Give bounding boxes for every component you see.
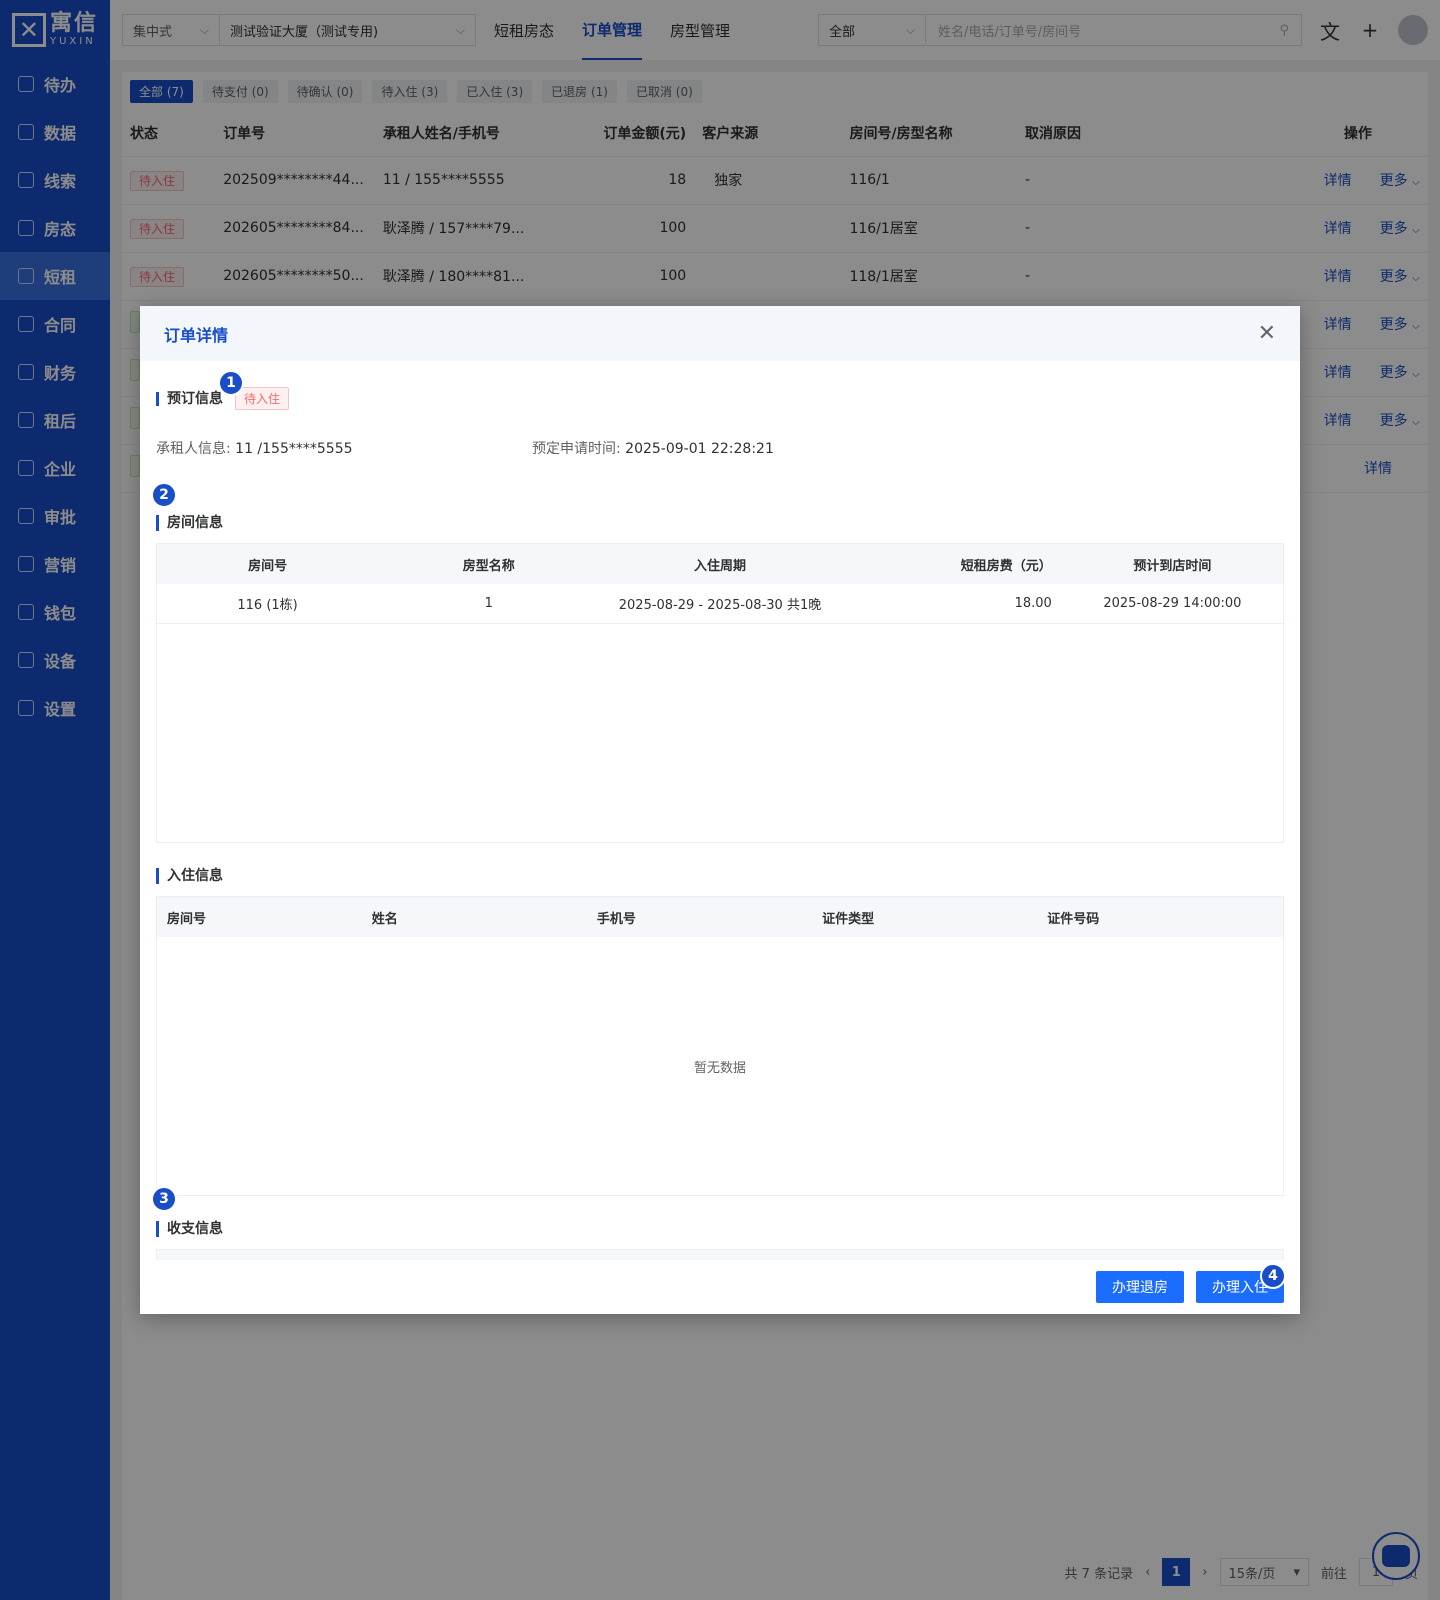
room-info-title: 房间信息 [156,515,223,531]
booking-time-label: 预定申请时间: [532,441,621,457]
column-header: 房间号 [248,558,288,574]
modal-title: 订单详情 [164,325,229,345]
room-cell: 18.00 [1014,596,1052,611]
room-table-header: 房间号 房型名称 入住周期 短租房费（元） 预计到店时间 [157,544,1283,584]
finance-table-header: 状态费用类型承租人信息/收支时间金额(元)费用周期房源编号 / 房源地址操作 [157,1250,1283,1260]
booking-time-value: 2025-09-01 22:28:21 [625,441,774,457]
room-cell: 1 [484,596,493,611]
tenant-label: 承租人信息: [156,441,231,457]
modal-body: 预订信息 待入住 承租人信息: 11 /155****5555 预定申请时间: … [140,361,1300,1260]
booking-info-title: 预订信息 [156,391,223,406]
column-header: 证件号码 [1047,911,1100,927]
column-header: 证件类型 [822,911,875,927]
column-header: 房间号 [167,911,207,927]
column-header: 预计到店时间 [1133,558,1212,574]
column-header: 房型名称 [462,558,515,574]
step-badge-1: 1 [218,370,244,396]
room-cell: 116 (1栋) [237,598,298,613]
step-badge-3: 3 [151,1186,177,1212]
checkin-table-header: 房间号 姓名 手机号 证件类型 证件号码 [157,897,1283,937]
column-header: 手机号 [596,911,636,927]
step-badge-2: 2 [151,482,177,508]
tenant-value: 11 /155****5555 [235,441,353,457]
order-detail-modal: 订单详情 ✕ 预订信息 待入住 承租人信息: 11 /155****5555 预… [140,306,1300,1314]
modal-footer: 办理退房 办理入住 [140,1260,1300,1314]
room-table: 房间号 房型名称 入住周期 短租房费（元） 预计到店时间 116 (1栋) 1 2025-0… [156,543,1284,843]
room-cell: 2025-08-29 14:00:00 [1103,596,1242,611]
column-header: 入住周期 [693,558,746,574]
checkin-table: 房间号 姓名 手机号 证件类型 证件号码 暂无数据 [156,896,1284,1196]
close-icon[interactable]: ✕ [1258,321,1276,346]
booking-info-row: 承租人信息: 11 /155****5555 预定申请时间: 2025-09-0… [156,438,1284,458]
empty-text: 暂无数据 [693,1061,746,1076]
modal-header: 订单详情 ✕ [140,306,1300,361]
checkout-button[interactable]: 办理退房 [1096,1271,1184,1303]
table-row: 116 (1栋) 1 2025-08-29 - 2025-08-30 共1晚 18.0… [157,584,1283,624]
finance-table: 状态费用类型承租人信息/收支时间金额(元)费用周期房源编号 / 房源地址操作 [156,1249,1284,1260]
finance-info-title: 收支信息 [156,1221,223,1237]
checkin-info-title: 入住信息 [156,868,223,884]
column-header: 姓名 [371,911,398,927]
step-badge-4: 4 [1260,1263,1286,1289]
room-cell: 2025-08-29 - 2025-08-30 共1晚 [618,598,822,613]
status-badge: 待入住 [235,387,290,410]
column-header: 短租房费（元） [960,558,1052,574]
